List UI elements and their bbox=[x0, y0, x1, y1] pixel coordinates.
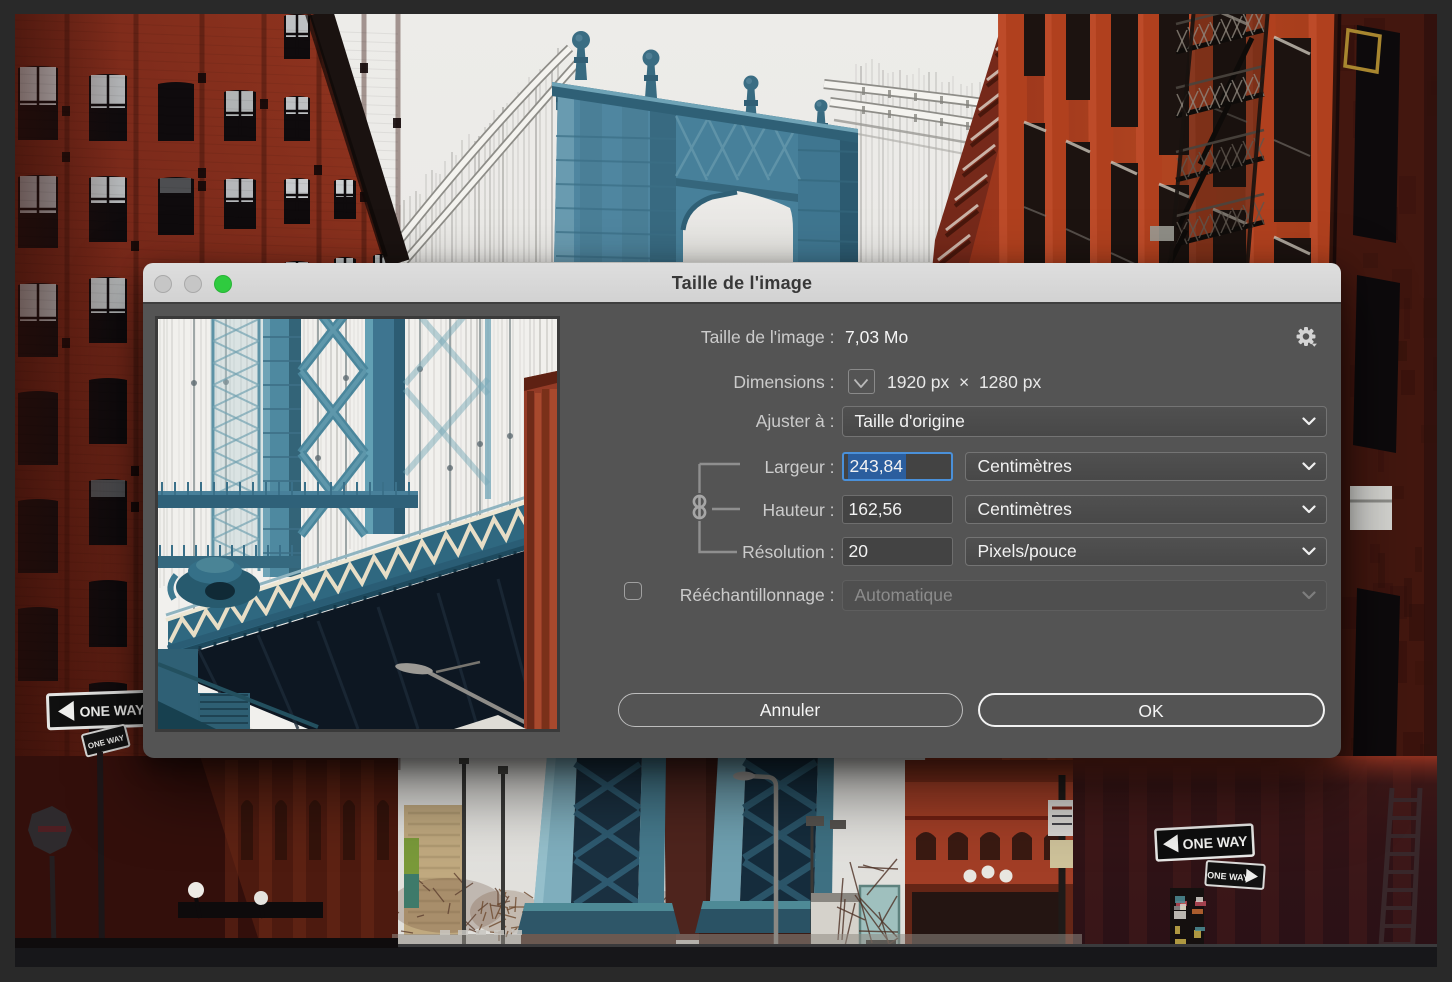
svg-text:ONE WAY: ONE WAY bbox=[1182, 833, 1248, 852]
svg-text:ONE WAY: ONE WAY bbox=[79, 701, 145, 719]
